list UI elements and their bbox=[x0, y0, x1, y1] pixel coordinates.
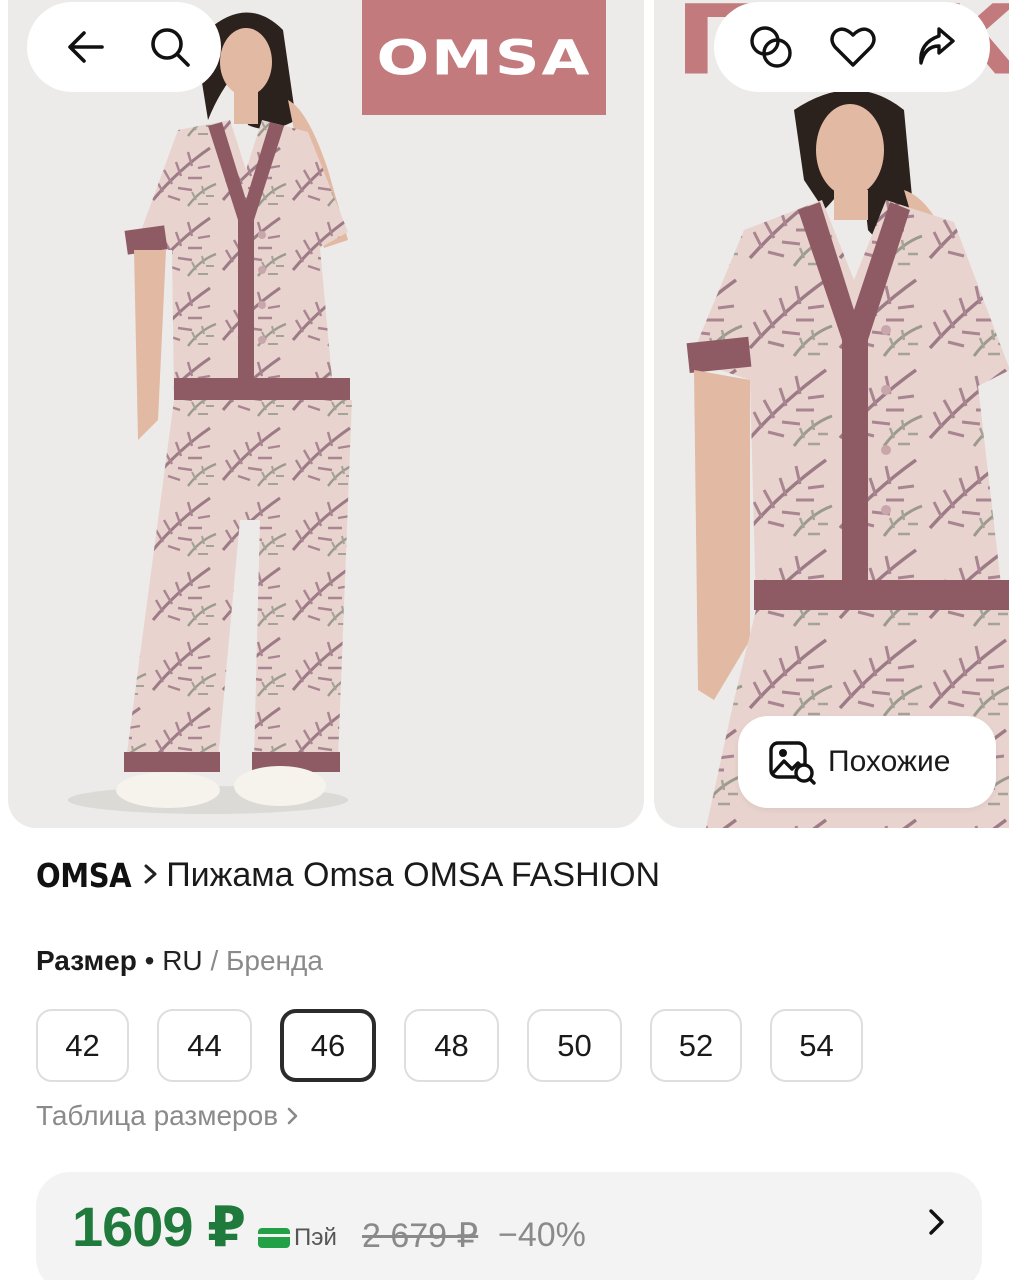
compare-icon bbox=[750, 26, 792, 68]
heart-icon bbox=[830, 27, 876, 67]
size-option-52[interactable]: 52 bbox=[650, 1009, 742, 1082]
discount-badge: −40% bbox=[498, 1216, 586, 1254]
chevron-right-icon bbox=[287, 1107, 298, 1125]
brand-link[interactable]: OMSA bbox=[36, 856, 132, 895]
share-icon bbox=[919, 27, 955, 65]
product-photo-secondary[interactable]: ПИЖА bbox=[654, 0, 1009, 828]
omsa-logo: OMSA bbox=[362, 0, 606, 115]
size-option-42[interactable]: 42 bbox=[36, 1009, 129, 1082]
top-left-actions bbox=[27, 2, 221, 92]
omsa-logo-text: OMSA bbox=[376, 29, 592, 86]
image-search-icon bbox=[769, 741, 816, 785]
size-option-44[interactable]: 44 bbox=[157, 1009, 252, 1082]
search-button[interactable] bbox=[141, 18, 199, 76]
pajama-model-full-image bbox=[68, 12, 352, 814]
arrow-left-icon bbox=[68, 31, 104, 63]
chevron-right-icon bbox=[142, 859, 160, 893]
search-icon bbox=[151, 28, 190, 67]
size-option-48[interactable]: 48 bbox=[404, 1009, 499, 1082]
similar-products-label: Похожие bbox=[828, 745, 951, 778]
compare-button[interactable] bbox=[742, 18, 800, 76]
price-card[interactable]: 1609 ₽ Пэй 2 679 ₽ −40% bbox=[36, 1172, 982, 1280]
size-option-54[interactable]: 54 bbox=[770, 1009, 863, 1082]
pajama-model-closeup-image: ПИЖА bbox=[674, 0, 1009, 828]
share-button[interactable] bbox=[906, 18, 964, 76]
size-option-46[interactable]: 46 bbox=[280, 1009, 376, 1082]
favorite-button[interactable] bbox=[824, 18, 882, 76]
size-label: Размер bbox=[36, 945, 137, 976]
pay-badge: Пэй bbox=[258, 1224, 337, 1252]
back-button[interactable] bbox=[57, 18, 115, 76]
current-price: 1609 ₽ bbox=[72, 1195, 246, 1258]
size-option-50[interactable]: 50 bbox=[527, 1009, 622, 1082]
product-photo-main[interactable] bbox=[8, 0, 644, 828]
similar-products-button[interactable]: Похожие bbox=[738, 716, 996, 808]
product-title-row: OMSA Пижама Omsa OMSA FASHION bbox=[36, 856, 660, 895]
size-table-label: Таблица размеров bbox=[36, 1100, 279, 1131]
product-gallery[interactable]: OMSA ПИЖА bbox=[0, 0, 1009, 828]
card-icon bbox=[258, 1228, 290, 1248]
pay-label: Пэй bbox=[294, 1224, 337, 1251]
old-price: 2 679 ₽ bbox=[362, 1217, 479, 1255]
size-header: Размер • RU / Бренда bbox=[36, 945, 323, 977]
top-right-actions bbox=[714, 2, 990, 92]
size-table-link[interactable]: Таблица размеров bbox=[36, 1100, 300, 1132]
size-system-ru[interactable]: • RU bbox=[145, 945, 203, 976]
product-title: Пижама Omsa OMSA FASHION bbox=[166, 856, 661, 894]
chevron-right-icon bbox=[929, 1209, 944, 1235]
size-system-brand[interactable]: / Бренда bbox=[210, 945, 322, 976]
